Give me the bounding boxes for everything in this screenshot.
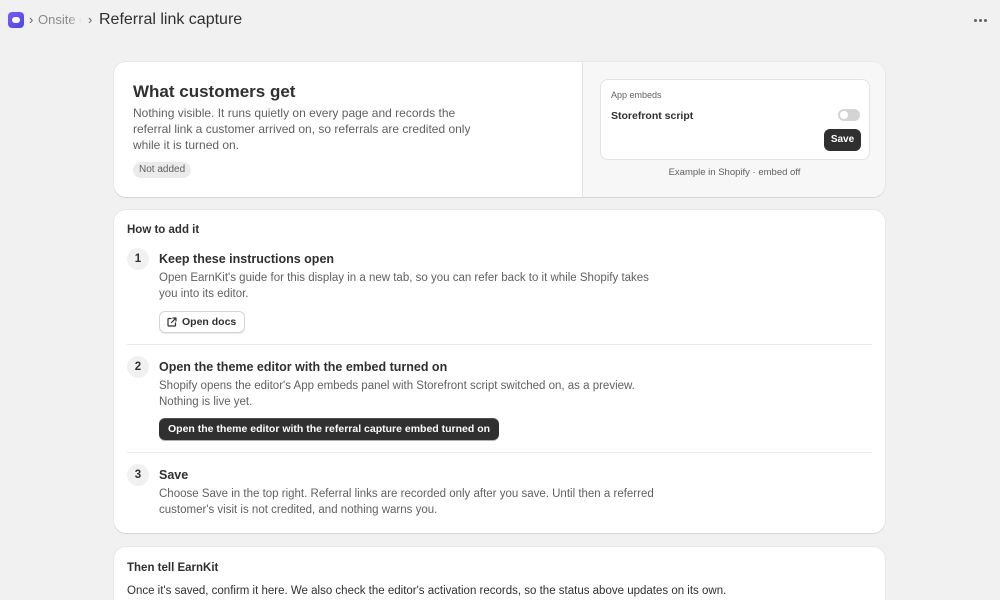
step-3-title: Save (159, 468, 189, 482)
breadcrumb-chevron-icon: › (29, 12, 34, 27)
more-actions-icon[interactable] (970, 12, 990, 28)
confirm-description: Once it's saved, confirm it here. We als… (127, 585, 727, 597)
customer-experience-card: What customers get Nothing visible. It r… (114, 62, 885, 197)
embed-preview-caption: Example in Shopify · embed off (668, 167, 801, 178)
status-badge: Not added (133, 162, 192, 178)
storefront-script-toggle[interactable] (838, 109, 860, 121)
step-3-description: Choose Save in the top right. Referral l… (159, 488, 654, 516)
storefront-script-label: Storefront script (611, 110, 694, 122)
breadcrumb-chevron-icon: › (88, 12, 93, 27)
external-link-icon (167, 317, 177, 327)
step-number-1: 1 (127, 248, 149, 270)
app-embeds-preview: App embeds Storefront script Save (600, 79, 870, 160)
customer-experience-title: What customers get (133, 82, 296, 101)
customer-experience-description: Nothing visible. It runs quietly on ever… (133, 106, 471, 152)
step-2-title: Open the theme editor with the embed tur… (159, 360, 448, 374)
page-title: Referral link capture (99, 11, 243, 28)
instructions-card: How to add it 1 Keep these instructions … (114, 210, 885, 533)
app-embeds-label: App embeds (611, 90, 662, 100)
step-divider (127, 452, 872, 453)
toggle-knob (840, 111, 848, 119)
step-1-title: Keep these instructions open (159, 252, 335, 266)
top-bar: › Onsite d › Referral link capture (0, 0, 1000, 42)
breadcrumb-parent-link[interactable]: Onsite d (38, 12, 82, 28)
preview-save-button[interactable]: Save (824, 129, 861, 151)
confirm-card: Then tell EarnKit Once it's saved, confi… (114, 547, 885, 600)
step-1-description: Open EarnKit's guide for this display in… (159, 272, 649, 300)
embed-preview-panel: App embeds Storefront script Save Exampl… (582, 62, 885, 197)
instructions-heading: How to add it (127, 224, 200, 236)
confirm-heading: Then tell EarnKit (127, 562, 219, 574)
step-number-2: 2 (127, 356, 149, 378)
open-theme-editor-button[interactable]: Open the theme editor with the referral … (159, 418, 500, 440)
open-docs-button[interactable]: Open docs (159, 311, 246, 333)
app-logo-icon[interactable] (8, 12, 24, 28)
step-number-3: 3 (127, 464, 149, 486)
step-2-description: Shopify opens the editor's App embeds pa… (159, 380, 635, 408)
step-divider (127, 344, 872, 345)
open-docs-label: Open docs (182, 316, 237, 328)
